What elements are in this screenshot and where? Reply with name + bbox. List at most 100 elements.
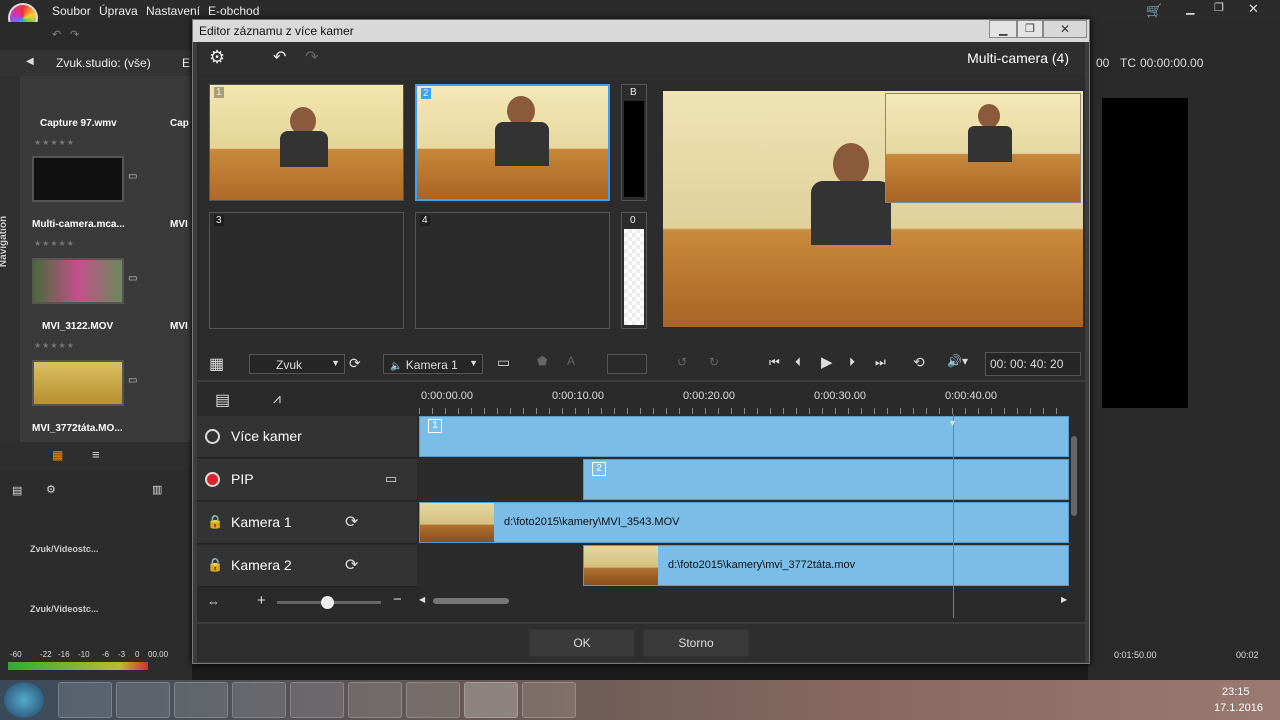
- scroll-right-icon[interactable]: ▶: [1061, 595, 1067, 604]
- dialog-minimize-button[interactable]: ▁: [989, 20, 1017, 38]
- skip-end-icon[interactable]: ⏭: [875, 355, 886, 370]
- undo-icon[interactable]: ↶: [52, 28, 61, 41]
- multicam-clip[interactable]: 1: [419, 416, 1069, 457]
- start-button[interactable]: [4, 682, 44, 718]
- camera-cell-4[interactable]: 4: [415, 212, 610, 329]
- menu-soubor[interactable]: Soubor: [52, 4, 91, 18]
- sync-icon[interactable]: ⟳: [345, 512, 358, 532]
- skip-start-icon[interactable]: ⏮: [769, 355, 780, 370]
- track-lane-camera2[interactable]: d:\foto2015\kamery\mvi_3772táta.mov: [419, 545, 1069, 587]
- record-icon[interactable]: [205, 472, 220, 487]
- menu-eobchod[interactable]: E-obchod: [208, 4, 259, 18]
- rating-stars[interactable]: ★★★★★: [34, 138, 75, 147]
- screen-icon[interactable]: ▭: [497, 354, 510, 371]
- list-view-icon[interactable]: ≡: [92, 447, 100, 462]
- rating-stars[interactable]: ★★★★★: [34, 341, 75, 350]
- library-thumbnail[interactable]: [32, 360, 124, 406]
- lock-icon[interactable]: 🔒: [207, 557, 223, 573]
- volume-icon[interactable]: 🔊▾: [947, 354, 968, 368]
- undo-icon[interactable]: ↶: [273, 47, 286, 67]
- track-header-multicam[interactable]: Více kamer: [197, 416, 417, 458]
- add-track-icon[interactable]: ▤: [215, 390, 230, 410]
- step-forward-icon[interactable]: ⏵: [849, 355, 855, 370]
- track-lane-multicam[interactable]: 1: [419, 416, 1069, 458]
- vertical-scrollbar[interactable]: [1071, 436, 1077, 516]
- library-thumbnail[interactable]: [32, 156, 124, 202]
- scroll-left-icon[interactable]: ◀: [419, 595, 425, 604]
- app-icon[interactable]: [406, 682, 460, 718]
- zoom-slider-thumb[interactable]: [321, 596, 334, 609]
- transparent-slot[interactable]: 0: [621, 212, 647, 329]
- library-tab-next[interactable]: E: [182, 56, 190, 70]
- chrome-icon[interactable]: [290, 682, 344, 718]
- black-slot[interactable]: B: [621, 84, 647, 201]
- fit-timeline-icon[interactable]: ⇔: [207, 594, 220, 609]
- track-icon[interactable]: ▤: [12, 484, 22, 497]
- pip-clip[interactable]: 2: [583, 459, 1069, 500]
- preview-video[interactable]: [663, 91, 1083, 327]
- camera-dropdown[interactable]: 🔈 Kamera 1 ▼: [383, 354, 483, 374]
- zoom-out-icon[interactable]: −: [393, 591, 402, 608]
- ok-button[interactable]: OK: [529, 629, 635, 657]
- grid-view-icon[interactable]: ▦: [52, 448, 63, 462]
- tc-value[interactable]: 00:00:00.00: [1140, 56, 1203, 70]
- track-lane-pip[interactable]: 2: [419, 459, 1069, 501]
- playhead-marker-icon[interactable]: ▼: [948, 418, 957, 428]
- zoom-slider[interactable]: [277, 596, 381, 609]
- minimize-icon[interactable]: ▁: [1186, 2, 1194, 15]
- horizontal-scrollbar[interactable]: [433, 598, 509, 604]
- pinnacle-icon[interactable]: [464, 682, 518, 718]
- cancel-button[interactable]: Storno: [643, 629, 749, 657]
- disc-icon[interactable]: [348, 682, 402, 718]
- layout-grid-icon[interactable]: ▦: [209, 354, 224, 374]
- explorer-icon[interactable]: [116, 682, 170, 718]
- playhead[interactable]: [953, 414, 954, 618]
- media-icon[interactable]: [174, 682, 228, 718]
- zoom-in-icon[interactable]: +: [257, 592, 266, 609]
- settings-icon[interactable]: ⚙: [46, 483, 56, 496]
- camera-cell-2[interactable]: 2: [415, 84, 610, 201]
- recorder-icon[interactable]: [522, 682, 576, 718]
- track-header-camera2[interactable]: 🔒 Kamera 2 ⟳: [197, 545, 417, 587]
- redo-icon[interactable]: ↷: [305, 47, 318, 67]
- camera-cell-1[interactable]: 1: [209, 84, 404, 201]
- audio-source-dropdown[interactable]: Zvuk ▼: [249, 354, 345, 374]
- loop-icon[interactable]: ⟲: [913, 354, 925, 371]
- camera1-clip[interactable]: d:\foto2015\kamery\MVI_3543.MOV: [419, 502, 1069, 543]
- cart-icon[interactable]: 🛒: [1146, 3, 1162, 19]
- clock-date[interactable]: 17.1.2016: [1214, 702, 1263, 714]
- firefox-icon[interactable]: [232, 682, 286, 718]
- clock-time[interactable]: 23:15: [1222, 686, 1250, 698]
- redo-icon[interactable]: ↷: [70, 28, 79, 41]
- play-icon[interactable]: ▶: [821, 353, 833, 371]
- timeline-ruler[interactable]: 0:00:00.00 0:00:10.00 0:00:20.00 0:00:30…: [419, 382, 1069, 416]
- close-icon[interactable]: ✕: [1248, 1, 1259, 17]
- dialog-titlebar[interactable]: Editor záznamu z více kamer ▁ ❐ ✕: [193, 20, 1089, 42]
- track-radio-icon[interactable]: [205, 429, 220, 444]
- sync-icon[interactable]: ⟳: [349, 355, 361, 372]
- dialog-maximize-button[interactable]: ❐: [1017, 20, 1043, 38]
- track-header-pip[interactable]: PIP ▭: [197, 459, 417, 501]
- lock-icon[interactable]: 🔒: [207, 514, 223, 530]
- library-thumbnail[interactable]: [32, 258, 124, 304]
- camera-cell-3[interactable]: 3: [209, 212, 404, 329]
- step-back-icon[interactable]: ⏴: [795, 355, 801, 370]
- waveform-icon[interactable]: ⩘: [273, 390, 281, 407]
- camera2-clip[interactable]: d:\foto2015\kamery\mvi_3772táta.mov: [583, 545, 1069, 586]
- navigation-strip[interactable]: Navigation: [0, 76, 20, 442]
- chart-icon[interactable]: ▥: [152, 483, 162, 496]
- pip-settings-icon[interactable]: ▭: [385, 471, 397, 487]
- sync-icon[interactable]: ⟳: [345, 555, 358, 575]
- rating-stars[interactable]: ★★★★★: [34, 239, 75, 248]
- dialog-close-button[interactable]: ✕: [1043, 20, 1087, 38]
- settings-icon[interactable]: ⚙: [209, 47, 225, 68]
- ie-icon[interactable]: [58, 682, 112, 718]
- menu-uprava[interactable]: Úprava: [99, 4, 138, 18]
- menu-nastaveni[interactable]: Nastavení: [146, 4, 200, 18]
- back-arrow-icon[interactable]: ◀: [26, 56, 34, 67]
- track-lane-camera1[interactable]: d:\foto2015\kamery\MVI_3543.MOV: [419, 502, 1069, 544]
- track-header-camera1[interactable]: 🔒 Kamera 1 ⟳: [197, 502, 417, 544]
- pip-inset[interactable]: [885, 93, 1081, 203]
- library-tab-all[interactable]: Zvuk.studio: (vše): [56, 56, 151, 70]
- timecode-field[interactable]: 00: 00: 40: 20: [985, 352, 1081, 376]
